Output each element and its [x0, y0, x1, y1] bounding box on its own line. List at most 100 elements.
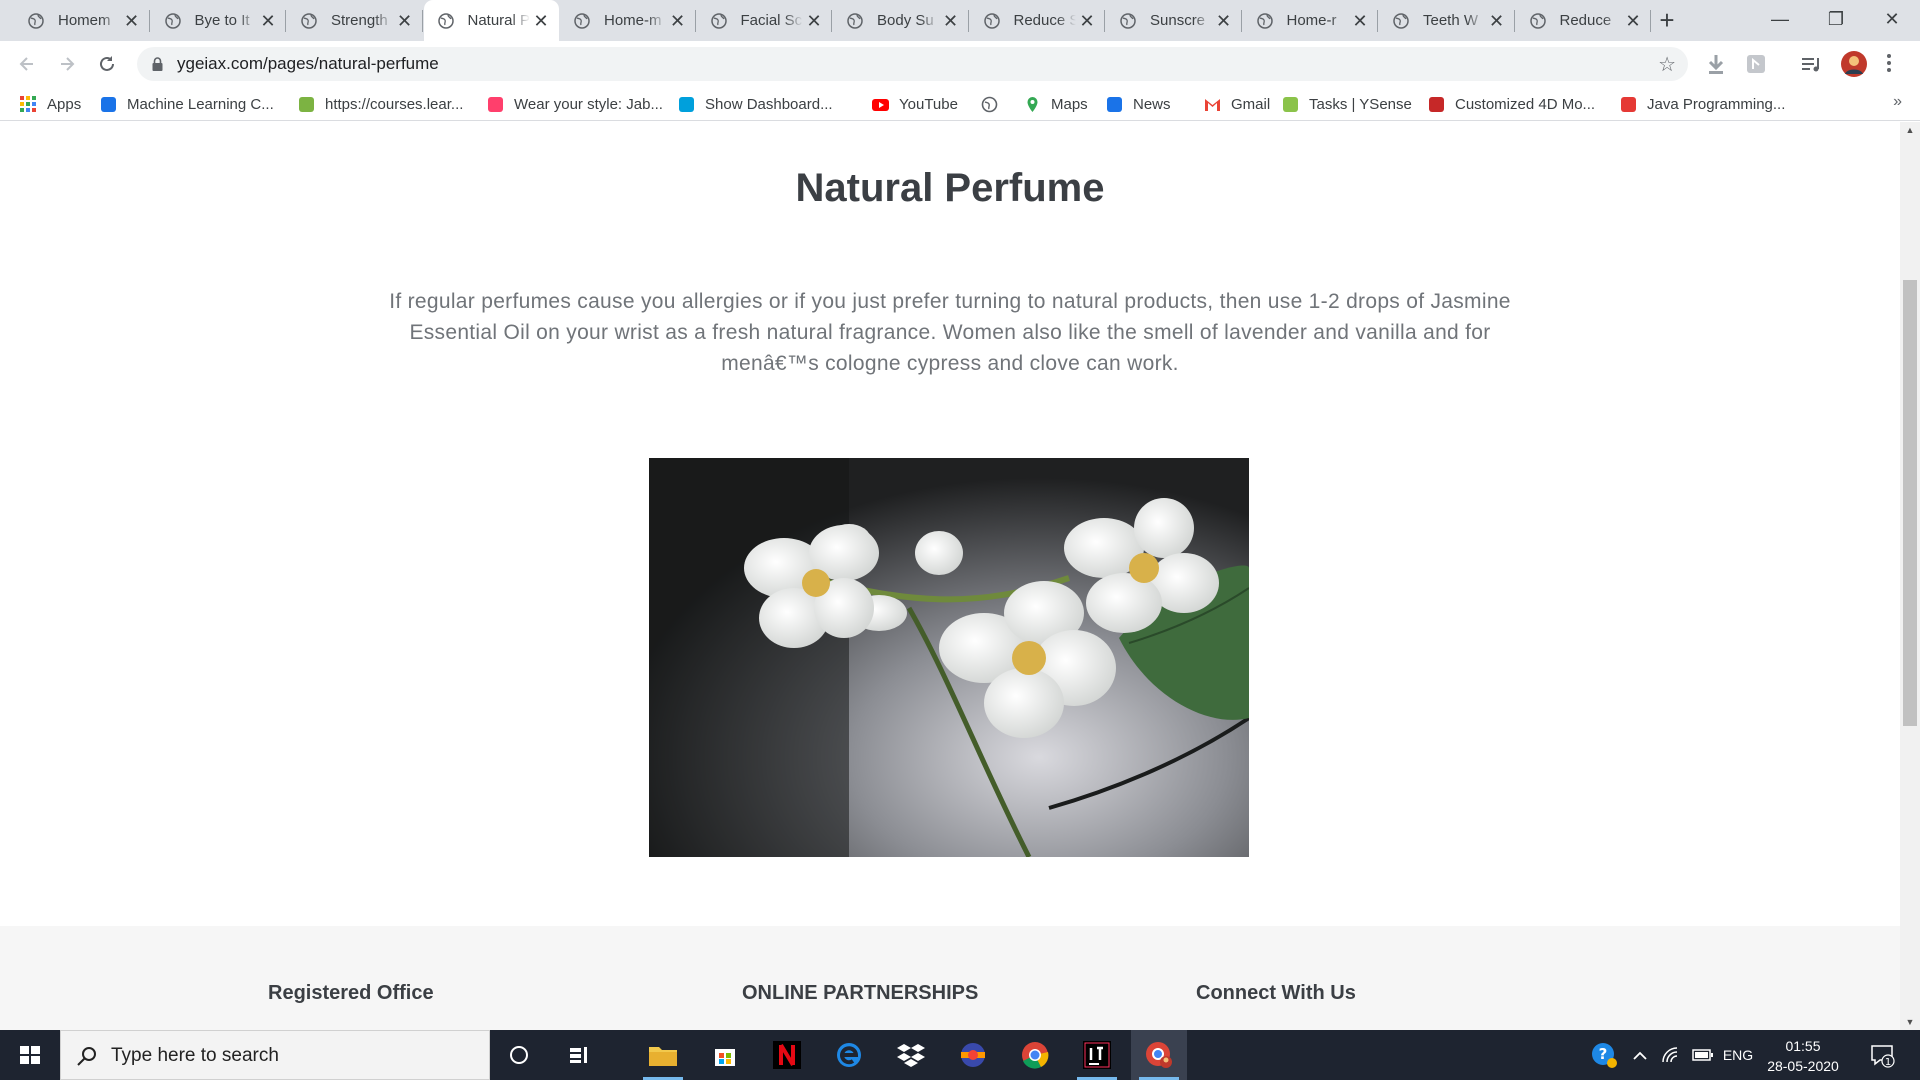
browser-tab[interactable]: Homem ✕	[14, 0, 150, 41]
bookmark-label: Maps	[1051, 95, 1088, 113]
close-tab-icon[interactable]: ✕	[124, 12, 140, 30]
tab-separator	[1377, 10, 1378, 32]
browser-toolbar: ygeiax.com/pages/natural-perfume ☆	[0, 41, 1920, 87]
media-queue-icon[interactable]	[1798, 51, 1824, 77]
restore-button[interactable]: ❐	[1808, 0, 1864, 41]
close-tab-icon[interactable]: ✕	[670, 12, 686, 30]
bookmark-item[interactable]: Customized 4D Mo...	[1428, 93, 1595, 115]
news-icon	[1107, 96, 1122, 112]
search-placeholder: Type here to search	[111, 1045, 279, 1066]
close-tab-icon[interactable]: ✕	[533, 12, 549, 30]
browser-tab[interactable]: Teeth W ✕	[1379, 0, 1515, 41]
globe-icon	[1120, 12, 1136, 29]
bookmark-item[interactable]: Tasks | YSense	[1282, 93, 1412, 115]
bookmark-item[interactable]: Gmail	[1204, 93, 1270, 115]
bookmark-label: Customized 4D Mo...	[1455, 95, 1596, 113]
tab-separator	[1513, 10, 1515, 32]
cortana-icon[interactable]	[491, 1030, 547, 1080]
browser-menu-icon[interactable]	[1886, 53, 1892, 73]
back-button[interactable]	[13, 50, 41, 78]
browser-tab[interactable]: Facial Sc ✕	[697, 0, 832, 41]
action-center-icon[interactable]: 1	[1862, 1030, 1902, 1080]
bookmark-item[interactable]: Show Dashboard...	[678, 93, 833, 115]
language-indicator[interactable]: ENG	[1718, 1030, 1758, 1080]
close-window-button[interactable]: ✕	[1864, 0, 1920, 41]
browser-tab[interactable]: Body Su ✕	[833, 0, 969, 41]
minimize-button[interactable]: —	[1752, 0, 1808, 41]
bookmark-item[interactable]: Maps	[1024, 93, 1088, 115]
globe-icon	[301, 12, 317, 29]
profile-avatar-icon[interactable]	[1840, 50, 1868, 78]
edge-icon[interactable]	[821, 1030, 877, 1080]
close-tab-icon[interactable]: ✕	[1352, 12, 1368, 30]
bookmark-item[interactable]	[981, 93, 1008, 115]
bookmark-item[interactable]: Java Programming...	[1620, 93, 1785, 115]
close-tab-icon[interactable]: ✕	[1489, 12, 1505, 30]
ysense-icon	[1283, 96, 1298, 112]
bookmark-item[interactable]: YouTube	[872, 93, 958, 115]
tab-separator	[1240, 10, 1242, 32]
apps-grid-icon	[20, 95, 36, 112]
close-tab-icon[interactable]: ✕	[397, 12, 413, 30]
browser-tab[interactable]: Natural P ✕	[423, 0, 559, 41]
browser-tab[interactable]: Home-m ✕	[560, 0, 696, 41]
tab-title: Homem	[58, 12, 111, 29]
file-explorer-icon[interactable]	[635, 1030, 691, 1080]
intellij-icon[interactable]	[1069, 1030, 1125, 1080]
gmail-icon	[1205, 98, 1220, 111]
bookmark-item[interactable]: Wear your style: Jab...	[487, 93, 663, 115]
close-tab-icon[interactable]: ✕	[1079, 12, 1095, 30]
browser-tab[interactable]: Reduce ✕	[1516, 0, 1651, 41]
reload-button[interactable]	[93, 50, 121, 78]
taskbar-search-box[interactable]: Type here to search	[60, 1030, 490, 1080]
close-tab-icon[interactable]: ✕	[806, 12, 822, 30]
close-tab-icon[interactable]: ✕	[260, 12, 276, 30]
forward-button[interactable]	[53, 50, 81, 78]
scroll-down-arrow-icon[interactable]: ▼	[1900, 1014, 1920, 1030]
address-bar[interactable]: ygeiax.com/pages/natural-perfume ☆	[137, 47, 1688, 81]
svg-text:?: ?	[1599, 1045, 1608, 1063]
jasmine-flowers-image	[649, 458, 1249, 857]
bookmark-item[interactable]: https://courses.lear...	[298, 93, 463, 115]
chrome-profile-icon[interactable]	[1131, 1030, 1187, 1080]
browser-tab[interactable]: Reduce S ✕	[970, 0, 1105, 41]
wifi-icon[interactable]	[1656, 1030, 1686, 1080]
new-tab-button[interactable]: +	[1652, 6, 1682, 36]
store-icon[interactable]	[697, 1030, 753, 1080]
clock-date: 28-05-2020	[1767, 1058, 1839, 1074]
close-tab-icon[interactable]: ✕	[1625, 12, 1641, 30]
tab-separator	[694, 10, 696, 32]
close-tab-icon[interactable]: ✕	[943, 12, 959, 30]
bookmark-label: Java Programming...	[1647, 95, 1786, 113]
dropbox-icon[interactable]	[883, 1030, 939, 1080]
browser-tab[interactable]: Bye to It ✕	[151, 0, 286, 41]
bookmark-item[interactable]: News	[1106, 93, 1171, 115]
bookmark-label: Tasks | YSense	[1309, 95, 1412, 113]
globe-icon	[574, 12, 590, 29]
show-hidden-icons-icon[interactable]	[1628, 1030, 1652, 1080]
close-tab-icon[interactable]: ✕	[1216, 12, 1232, 30]
tab-separator	[831, 10, 832, 32]
page-scrollbar[interactable]: ▲ ▼	[1900, 122, 1920, 1030]
help-tray-icon[interactable]: ?	[1586, 1030, 1622, 1080]
download-extension-icon[interactable]	[1703, 51, 1729, 77]
chrome-icon[interactable]	[1007, 1030, 1063, 1080]
system-clock[interactable]: 01:55 28-05-2020	[1758, 1036, 1848, 1076]
scroll-up-arrow-icon[interactable]: ▲	[1900, 122, 1920, 138]
bookmark-item[interactable]: Machine Learning C...	[100, 93, 274, 115]
browser-tab[interactable]: Sunscre ✕	[1106, 0, 1242, 41]
bookmark-star-icon[interactable]: ☆	[1658, 52, 1676, 77]
browser-tab[interactable]: Strength ✕	[287, 0, 423, 41]
extension-icon[interactable]	[1743, 51, 1769, 77]
netflix-icon[interactable]	[759, 1030, 815, 1080]
task-view-icon[interactable]	[551, 1030, 607, 1080]
bookmarks-overflow-button[interactable]: »	[1893, 93, 1902, 111]
start-button[interactable]	[0, 1030, 60, 1080]
bookmark-item[interactable]: Apps	[20, 93, 81, 115]
browser-tab[interactable]: Home-r ✕	[1243, 0, 1378, 41]
scroll-thumb[interactable]	[1903, 280, 1917, 726]
tab-title: Strength	[331, 12, 388, 29]
battery-icon[interactable]	[1688, 1030, 1718, 1080]
bookmark-label: Machine Learning C...	[127, 95, 274, 113]
unknown-app-icon[interactable]	[945, 1030, 1001, 1080]
